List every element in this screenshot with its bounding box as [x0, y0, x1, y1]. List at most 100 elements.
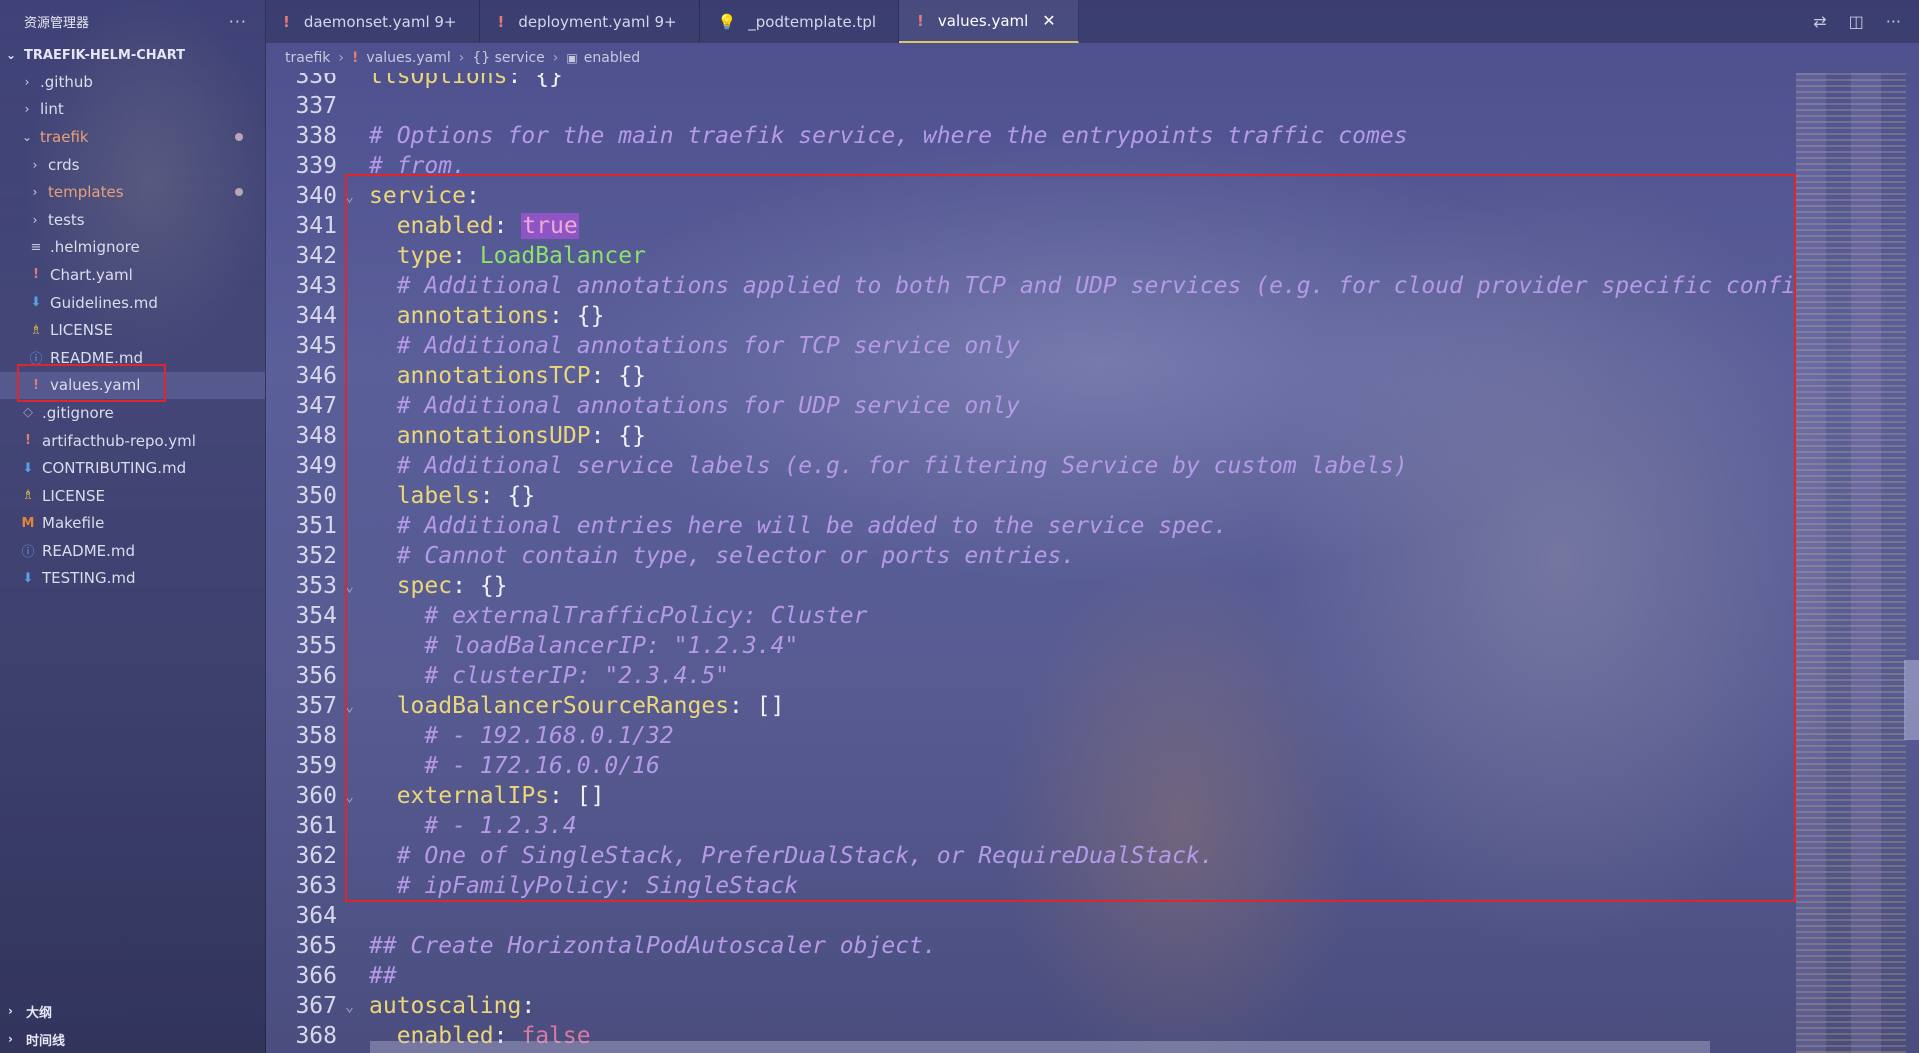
- line-number: 363: [295, 873, 337, 899]
- code-line[interactable]: 337: [265, 91, 1803, 121]
- license-file-icon: ♗: [30, 322, 42, 338]
- split-editor-icon[interactable]: ◫: [1849, 12, 1864, 31]
- more-actions-icon[interactable]: ···: [229, 12, 247, 31]
- tree-item-crds[interactable]: › crds: [0, 151, 265, 179]
- tree-item-testing-md[interactable]: ⬇ TESTING.md: [0, 565, 265, 593]
- vertical-scrollbar[interactable]: [1904, 660, 1919, 740]
- code-line[interactable]: 347 # Additional annotations for UDP ser…: [265, 391, 1803, 421]
- minimap[interactable]: [1796, 73, 1906, 1053]
- line-number: 367: [295, 993, 337, 1019]
- tree-item-helmignore[interactable]: ≡ .helmignore: [0, 234, 265, 262]
- code-line[interactable]: 346 annotationsTCP: {}: [265, 361, 1803, 391]
- breadcrumb-folder[interactable]: traefik: [285, 50, 330, 66]
- tree-item-readme-md[interactable]: ⓘ README.md: [0, 344, 265, 372]
- code-line[interactable]: 364: [265, 901, 1803, 931]
- tree-item-contributing-md[interactable]: ⬇ CONTRIBUTING.md: [0, 454, 265, 482]
- close-icon[interactable]: ✕: [1042, 11, 1055, 30]
- tree-item-lint[interactable]: › lint: [0, 96, 265, 124]
- code-line[interactable]: 343 # Additional annotations applied to …: [265, 271, 1803, 301]
- code-line[interactable]: 348 annotationsUDP: {}: [265, 421, 1803, 451]
- code-line[interactable]: 360 ⌄ externalIPs: []: [265, 781, 1803, 811]
- tree-item-readme-md[interactable]: ⓘ README.md: [0, 537, 265, 565]
- tab-podtemplate[interactable]: 💡 _podtemplate.tpl: [700, 0, 900, 43]
- code-line[interactable]: 345 # Additional annotations for TCP ser…: [265, 331, 1803, 361]
- tab-daemonset[interactable]: ! daemonset.yaml 9+: [265, 0, 480, 43]
- code-line[interactable]: 338 # Options for the main traefik servic…: [265, 121, 1803, 151]
- code-line[interactable]: 354 # externalTrafficPolicy: Cluster: [265, 601, 1803, 631]
- tree-item-artifacthub-repo-yml[interactable]: ! artifacthub-repo.yml: [0, 427, 265, 455]
- fold-chevron-icon[interactable]: ⌄: [345, 691, 354, 721]
- root-folder[interactable]: ⌄ TRAEFIK-HELM-CHART: [0, 42, 265, 68]
- tree-item-github[interactable]: › .github: [0, 68, 265, 96]
- explorer-title: 资源管理器: [24, 15, 90, 31]
- breadcrumb-leaf[interactable]: enabled: [584, 50, 640, 66]
- tab-deployment[interactable]: ! deployment.yaml 9+: [480, 0, 700, 43]
- code-line[interactable]: 344 annotations: {}: [265, 301, 1803, 331]
- fold-chevron-icon[interactable]: ⌄: [345, 991, 354, 1021]
- tree-item-guidelines-md[interactable]: ⬇ Guidelines.md: [0, 289, 265, 317]
- code-line[interactable]: 341 enabled: true: [265, 211, 1803, 241]
- timeline-panel[interactable]: › 时间线: [0, 1025, 265, 1053]
- line-number: 343: [295, 273, 337, 299]
- code-line[interactable]: 366 ##: [265, 961, 1803, 991]
- line-number: 346: [295, 363, 337, 389]
- code-line[interactable]: 355 # loadBalancerIP: "1.2.3.4": [265, 631, 1803, 661]
- tree-item-tests[interactable]: › tests: [0, 206, 265, 234]
- code-line[interactable]: 350 labels: {}: [265, 481, 1803, 511]
- outline-panel[interactable]: › 大纲: [0, 997, 265, 1025]
- breadcrumb-section[interactable]: {} service: [472, 50, 544, 66]
- code-line[interactable]: 339 # from.: [265, 151, 1803, 181]
- tree-item-license[interactable]: ♗ LICENSE: [0, 316, 265, 344]
- code-text: ## Create HorizontalPodAutoscaler object…: [369, 933, 937, 959]
- code-line[interactable]: 349 # Additional service labels (e.g. fo…: [265, 451, 1803, 481]
- code-line[interactable]: 353 ⌄ spec: {}: [265, 571, 1803, 601]
- breadcrumb-file[interactable]: values.yaml: [366, 50, 450, 66]
- tree-item-label: traefik: [40, 127, 89, 146]
- code-line[interactable]: 361 # - 1.2.3.4: [265, 811, 1803, 841]
- code-line[interactable]: 367 ⌄ autoscaling:: [265, 991, 1803, 1021]
- tree-item-templates[interactable]: › templates: [0, 178, 265, 206]
- code-line[interactable]: 358 # - 192.168.0.1/32: [265, 721, 1803, 751]
- tree-item-gitignore[interactable]: ◇ .gitignore: [0, 399, 265, 427]
- code-line[interactable]: 363 # ipFamilyPolicy: SingleStack: [265, 871, 1803, 901]
- fold-chevron-icon[interactable]: ⌄: [345, 571, 354, 601]
- code-line[interactable]: 362 # One of SingleStack, PreferDualStac…: [265, 841, 1803, 871]
- more-actions-icon[interactable]: ···: [1886, 12, 1901, 31]
- tree-item-label: README.md: [42, 541, 136, 560]
- code-line[interactable]: 336 tlsOptions: {}: [265, 73, 1803, 91]
- code-line[interactable]: 352 # Cannot contain type, selector or p…: [265, 541, 1803, 571]
- code-line[interactable]: 340 ⌄ service:: [265, 181, 1803, 211]
- code-text: # externalTrafficPolicy: Cluster: [424, 603, 868, 629]
- code-line[interactable]: 357 ⌄ loadBalancerSourceRanges: []: [265, 691, 1803, 721]
- tree-item-traefik[interactable]: ⌄ traefik: [0, 123, 265, 151]
- code-line[interactable]: 351 # Additional entries here will be ad…: [265, 511, 1803, 541]
- code-line[interactable]: 342 type: LoadBalancer: [265, 241, 1803, 271]
- compare-icon[interactable]: ⇄: [1813, 12, 1826, 31]
- code-line[interactable]: 365 ## Create HorizontalPodAutoscaler obj…: [265, 931, 1803, 961]
- yaml-warning-icon: !: [351, 50, 359, 66]
- tree-item-makefile[interactable]: M Makefile: [0, 510, 265, 538]
- code-text: annotations: {}: [396, 303, 605, 329]
- fold-chevron-icon[interactable]: ⌄: [345, 781, 354, 811]
- tree-item-label: Chart.yaml: [50, 265, 133, 284]
- code-text: tlsOptions: {}: [369, 73, 563, 89]
- code-line[interactable]: 356 # clusterIP: "2.3.4.5": [265, 661, 1803, 691]
- tree-item-label: LICENSE: [50, 321, 113, 340]
- tree-item-license[interactable]: ♗ LICENSE: [0, 482, 265, 510]
- code-text: annotationsTCP: {}: [396, 363, 646, 389]
- tab-values-yaml[interactable]: ! values.yaml ✕: [899, 0, 1079, 43]
- fold-chevron-icon[interactable]: ⌄: [345, 181, 354, 211]
- config-file-icon: ≡: [30, 239, 42, 255]
- line-number: 359: [295, 753, 337, 779]
- license-file-icon: ♗: [22, 488, 34, 504]
- horizontal-scrollbar[interactable]: [370, 1041, 1710, 1053]
- code-line[interactable]: 359 # - 172.16.0.0/16: [265, 751, 1803, 781]
- tree-item-values-yaml[interactable]: ! values.yaml: [0, 371, 265, 400]
- code-text: # Additional entries here will be added …: [396, 513, 1228, 539]
- tree-item-chart-yaml[interactable]: ! Chart.yaml: [0, 261, 265, 289]
- line-number: 365: [295, 933, 337, 959]
- chevron-right-icon: ›: [32, 212, 38, 227]
- chevron-right-icon: ›: [8, 1004, 13, 1018]
- code-editor[interactable]: 336 tlsOptions: {} 337 338 # Options for the…: [265, 73, 1803, 1053]
- chevron-down-icon: ⌄: [6, 48, 17, 62]
